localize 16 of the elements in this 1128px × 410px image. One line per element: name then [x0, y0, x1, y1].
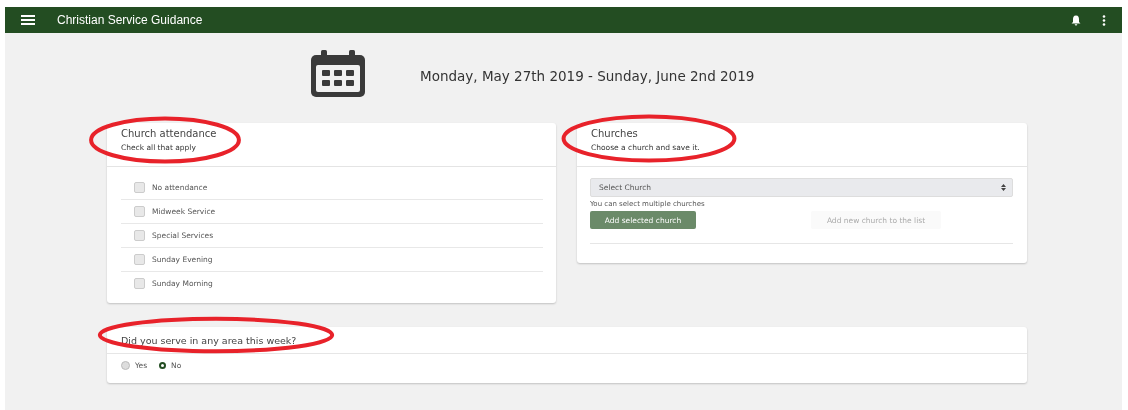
checkbox[interactable] — [134, 230, 145, 241]
menu-icon[interactable] — [21, 15, 35, 25]
bell-icon[interactable] — [1071, 14, 1081, 26]
checkbox[interactable] — [134, 182, 145, 193]
sort-arrows-icon — [1001, 184, 1006, 191]
checkbox[interactable] — [134, 206, 145, 217]
radio-button[interactable] — [159, 362, 167, 369]
card-title: Church attendance — [121, 128, 218, 139]
calendar-icon — [308, 50, 368, 98]
checkbox[interactable] — [134, 254, 145, 265]
checkbox[interactable] — [134, 278, 145, 289]
radio-button[interactable] — [121, 361, 130, 370]
more-icon[interactable] — [1102, 14, 1106, 26]
week-range: Monday, May 27th 2019 - Sunday, June 2nd 2019 — [420, 68, 755, 84]
app-title: Christian Service Guidance — [57, 13, 203, 27]
card-title: Churches — [591, 128, 639, 139]
